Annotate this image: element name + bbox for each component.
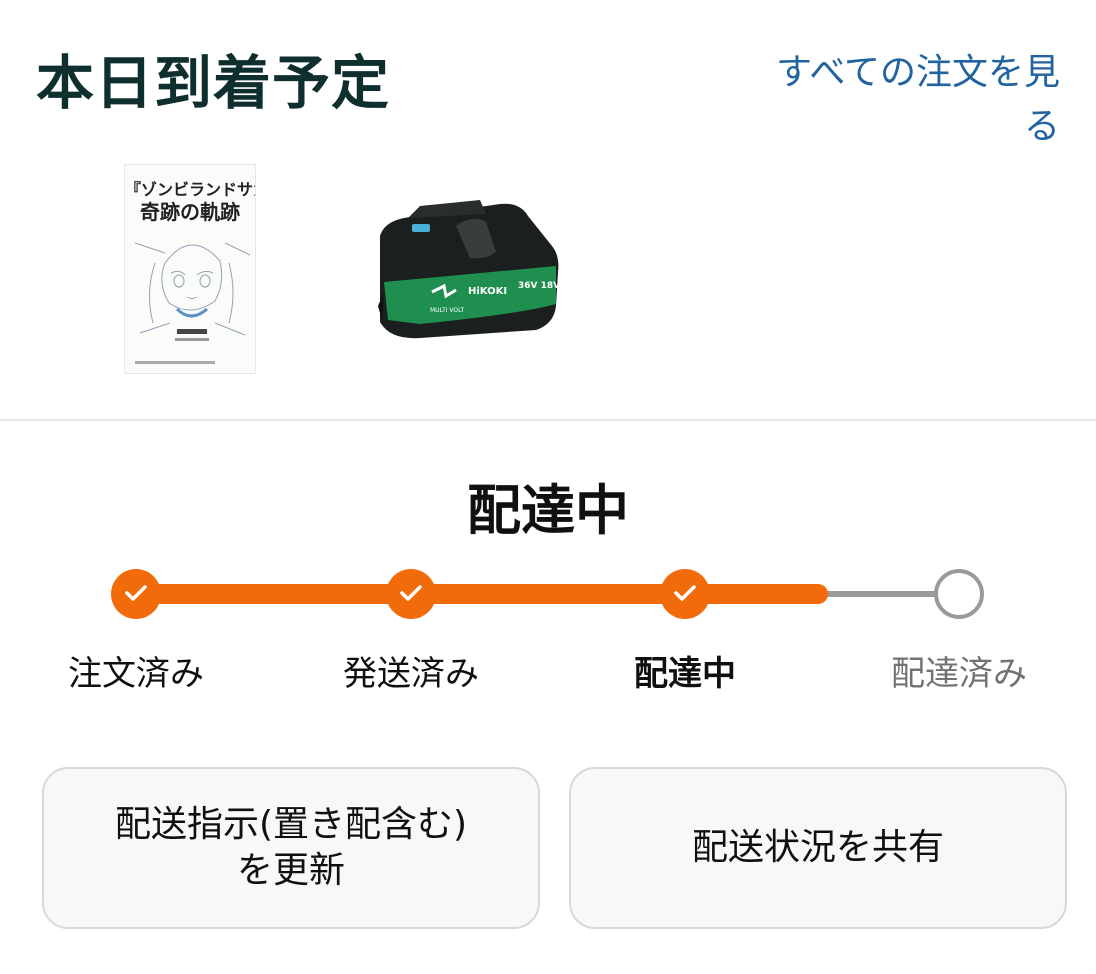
delivery-progress-tracker <box>0 560 1096 630</box>
delivery-status-heading: 配達中 <box>467 479 629 542</box>
battery-brand-text: HiKOKI <box>468 286 507 297</box>
step-label-shipped: 発送済み <box>343 654 479 694</box>
progress-line-completed <box>136 584 828 604</box>
book-cover-title-line1: 『ゾンビランドサガ』 <box>125 180 255 199</box>
step-delivered-empty-circle-icon <box>934 569 984 619</box>
delivery-card: 本日到着予定 すべての注文を見る 『ゾンビランドサガ』 奇跡の軌跡 <box>0 0 1096 974</box>
view-all-orders-link[interactable]: すべての注文を見る <box>760 46 1060 154</box>
battery-voltage-text: 36V 18V <box>518 281 560 291</box>
update-delivery-instructions-button[interactable]: 配送指示(置き配含む)を更新 <box>42 767 540 929</box>
step-label-out-for-delivery: 配達中 <box>634 654 736 694</box>
step-label-ordered: 注文済み <box>68 654 204 694</box>
book-cover-title: 『ゾンビランドサガ』 奇跡の軌跡 <box>125 179 255 223</box>
step-shipped-check-icon <box>386 569 436 619</box>
product-thumbnail-book[interactable]: 『ゾンビランドサガ』 奇跡の軌跡 <box>124 164 256 374</box>
book-cover-illustration <box>134 242 251 364</box>
battery-badge-text: MULTI VOLT <box>430 307 465 314</box>
book-cover-title-line2: 奇跡の軌跡 <box>140 200 240 224</box>
step-ordered-check-icon <box>111 569 161 619</box>
product-thumbnail-battery[interactable]: HiKOKI 36V 18V MULTI VOLT <box>360 196 570 342</box>
section-divider <box>0 419 1096 421</box>
share-tracking-button[interactable]: 配送状況を共有 <box>569 767 1067 929</box>
step-label-delivered: 配達済み <box>891 654 1027 694</box>
arriving-today-title: 本日到着予定 <box>36 49 391 117</box>
step-out-for-delivery-check-icon <box>660 569 710 619</box>
